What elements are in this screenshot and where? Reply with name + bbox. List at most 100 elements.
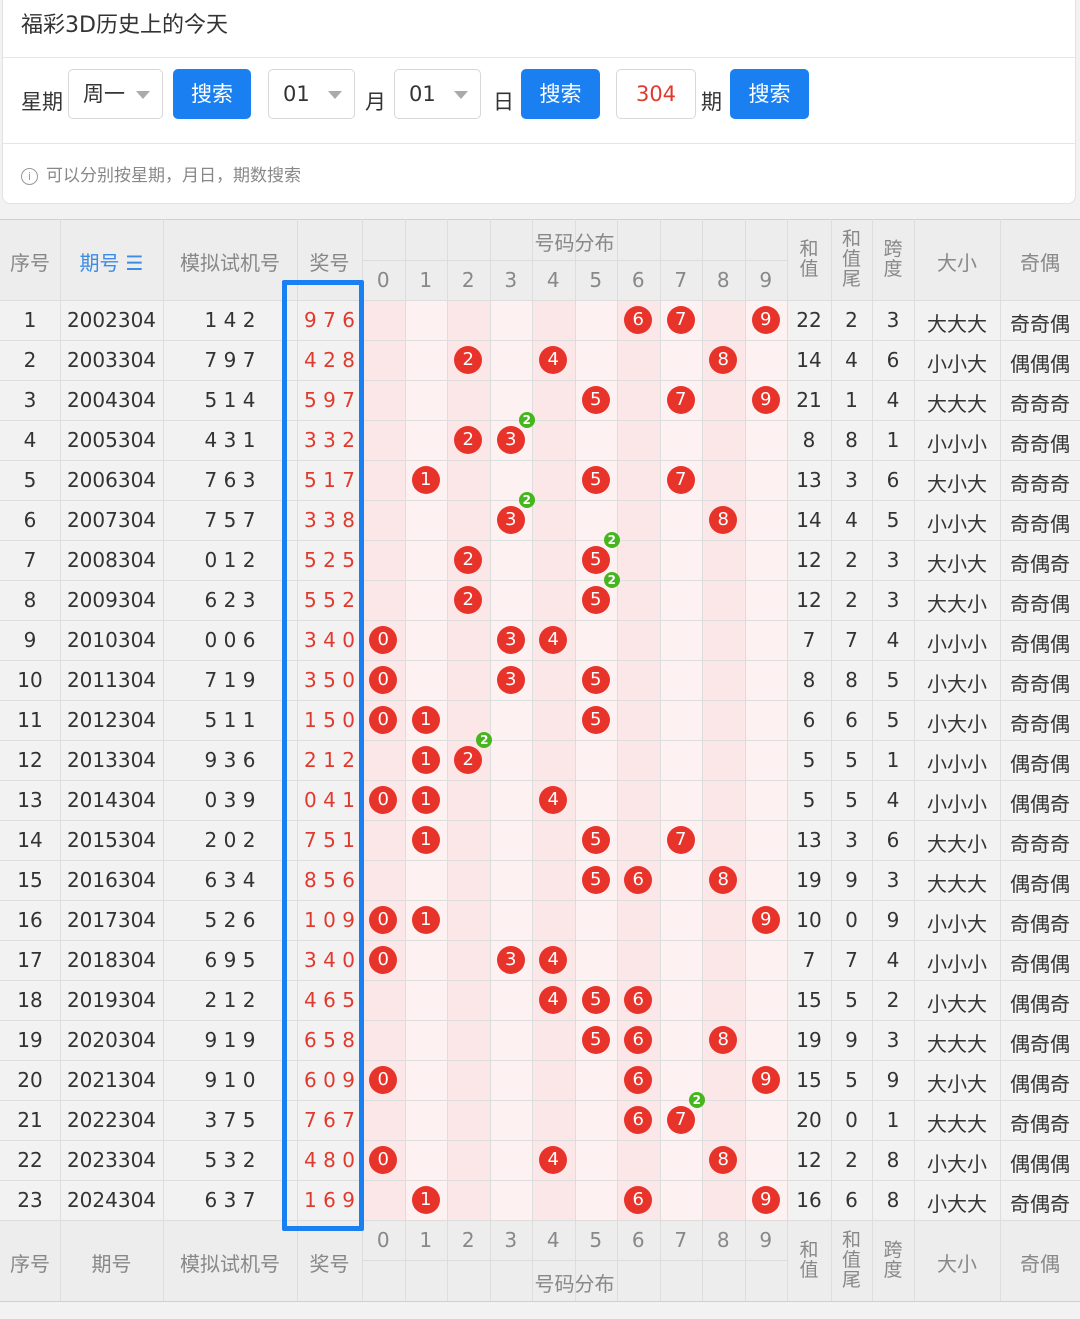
distribution-ball: 9 [751, 1066, 780, 1094]
row-index: 10 [17, 668, 43, 692]
row-sim-number: 5 3 2 [204, 1148, 256, 1172]
distribution-ball: 9 [751, 306, 780, 334]
row-size: 小大大 [927, 1192, 987, 1216]
row-size: 大大大 [927, 312, 987, 336]
row-sum-tail: 2 [845, 308, 858, 332]
search-weekday-button[interactable]: 搜索 [173, 69, 251, 119]
footer-sim: 模拟试机号 [180, 1252, 280, 1276]
month-select[interactable]: 01 [268, 69, 355, 119]
table-border [0, 1301, 1080, 1302]
row-period: 2006304 [66, 468, 157, 492]
distribution-ball: 5 [581, 706, 610, 734]
grid-line [490, 219, 491, 1301]
row-sum: 12 [796, 1148, 822, 1172]
footer-period: 期号 [91, 1252, 132, 1276]
row-line [0, 1220, 1080, 1221]
row-sim-number: 2 1 2 [204, 988, 256, 1012]
row-sim-number: 4 3 1 [204, 428, 256, 452]
row-sum: 15 [796, 988, 822, 1012]
row-sum-tail: 5 [845, 748, 858, 772]
row-line [0, 980, 1080, 981]
row-line [0, 820, 1080, 821]
row-sum: 10 [796, 908, 822, 932]
distribution-ball: 7 [666, 386, 695, 414]
weekday-value: 周一 [83, 82, 125, 106]
row-line [0, 580, 1080, 581]
row-sum: 14 [796, 348, 822, 372]
row-period: 2008304 [66, 548, 157, 572]
distribution-ball: 9 [751, 1186, 780, 1214]
distribution-ball: 3 [496, 426, 525, 454]
row-size: 大小大 [927, 552, 987, 576]
row-span: 1 [886, 428, 900, 452]
row-sum: 15 [796, 1068, 822, 1092]
row-parity: 奇奇奇 [1010, 472, 1070, 496]
row-line [0, 1020, 1080, 1021]
row-sum-tail: 1 [845, 388, 858, 412]
row-sim-number: 5 2 6 [204, 908, 256, 932]
distribution-ball: 1 [411, 746, 440, 774]
distribution-ball: 5 [581, 466, 610, 494]
row-size: 小小小 [927, 632, 987, 656]
footer-digit: 6 [631, 1228, 645, 1252]
distribution-ball: 3 [496, 946, 525, 974]
day-value: 01 [409, 82, 436, 106]
row-size: 小大小 [927, 712, 987, 736]
distribution-ball: 1 [411, 786, 440, 814]
row-period: 2013304 [66, 748, 157, 772]
row-index: 8 [23, 588, 37, 612]
row-index: 22 [17, 1148, 43, 1172]
row-line [0, 300, 1080, 301]
row-sum: 12 [796, 588, 822, 612]
row-size: 小小小 [927, 752, 987, 776]
footer-prize: 奖号 [309, 1252, 350, 1276]
row-sim-number: 9 1 0 [204, 1068, 256, 1092]
row-sum: 7 [802, 948, 816, 972]
row-line [0, 380, 1080, 381]
row-size: 小小小 [927, 792, 987, 816]
row-index: 20 [17, 1068, 43, 1092]
row-sum: 14 [796, 508, 822, 532]
row-parity: 奇奇奇 [1010, 392, 1070, 416]
distribution-ball: 7 [666, 306, 695, 334]
row-sum: 6 [802, 708, 816, 732]
row-size: 大大大 [927, 1112, 987, 1136]
row-period: 2004304 [66, 388, 157, 412]
period-input[interactable]: 304 [616, 69, 696, 119]
row-sim-number: 3 7 5 [204, 1108, 256, 1132]
row-sum: 19 [796, 1028, 822, 1052]
row-sim-number: 7 9 7 [204, 348, 256, 372]
row-line [0, 940, 1080, 941]
distribution-ball: 7 [666, 1106, 695, 1134]
row-span: 4 [886, 788, 900, 812]
header-period[interactable]: 期号 ☰ [60, 247, 163, 276]
row-span: 4 [886, 388, 900, 412]
header-index: 序号 [10, 251, 50, 275]
row-sim-number: 6 2 3 [204, 588, 256, 612]
grid-line [745, 219, 746, 1301]
row-sum-tail: 0 [845, 1108, 858, 1132]
row-size: 大大小 [927, 592, 987, 616]
prize-column-highlight [282, 280, 364, 1231]
row-index: 17 [17, 948, 43, 972]
search-period-button[interactable]: 搜索 [730, 69, 809, 119]
repeat-badge: 2 [688, 1092, 705, 1108]
repeat-badge: 2 [603, 572, 620, 588]
row-size: 大大大 [927, 1032, 987, 1056]
footer-digit: 5 [589, 1228, 603, 1252]
weekday-select[interactable]: 周一 [68, 69, 163, 119]
grid-line [702, 219, 703, 1301]
chevron-down-icon [136, 91, 150, 99]
day-select[interactable]: 01 [394, 69, 481, 119]
search-date-button[interactable]: 搜索 [521, 69, 600, 119]
footer-digit: 4 [546, 1228, 560, 1252]
chevron-down-icon [328, 91, 342, 99]
row-size: 大小大 [927, 1072, 987, 1096]
row-sum: 13 [796, 828, 822, 852]
row-size: 小小大 [927, 912, 987, 936]
sort-icon[interactable]: ☰ [126, 251, 144, 275]
row-line [0, 1180, 1080, 1181]
footer-digit: 7 [674, 1228, 688, 1252]
row-sum: 19 [796, 868, 822, 892]
page-title: 福彩3D历史上的今天 [21, 13, 228, 38]
